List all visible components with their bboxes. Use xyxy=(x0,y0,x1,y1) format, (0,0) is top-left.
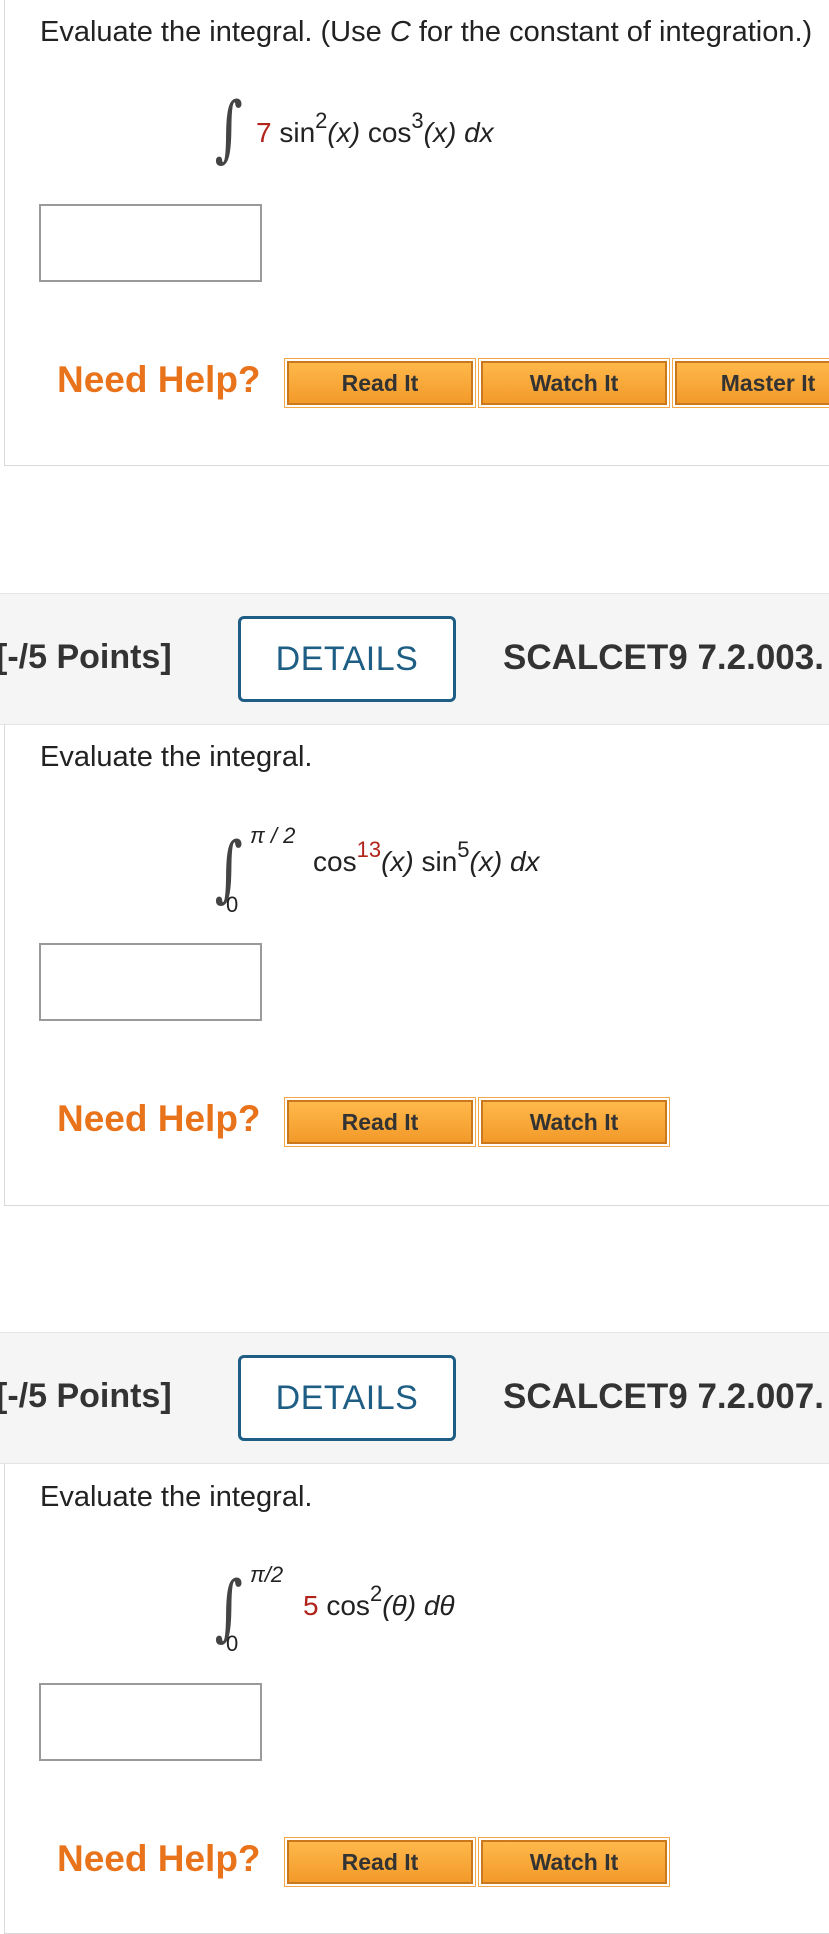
coefficient: 5 xyxy=(303,1590,319,1621)
master-it-button[interactable]: Master It xyxy=(672,358,829,408)
argument: (x) xyxy=(327,117,361,148)
answer-input[interactable] xyxy=(39,1683,262,1761)
need-help-label: Need Help? xyxy=(57,1838,261,1879)
differential: dθ xyxy=(423,1590,455,1621)
question-prompt: Evaluate the integral. xyxy=(40,741,313,773)
question-header-2: [-/5 Points] DETAILS SCALCET9 7.2.003. xyxy=(0,593,829,725)
watch-it-button[interactable]: Watch It xyxy=(478,358,670,408)
exponent: 5 xyxy=(457,837,470,862)
points-label: [-/5 Points] xyxy=(0,1377,172,1415)
upper-limit: π / 2 xyxy=(250,823,296,848)
lower-limit: 0 xyxy=(226,892,239,917)
question-prompt: Evaluate the integral. xyxy=(40,1481,313,1513)
function-sin: sin xyxy=(421,846,458,877)
exponent: 13 xyxy=(356,837,382,862)
argument: (x) xyxy=(469,846,503,877)
function-sin: sin xyxy=(279,117,316,148)
integrand: 7 sin2(x) cos3(x) dx xyxy=(256,108,494,149)
upper-limit: π/2 xyxy=(250,1562,284,1587)
differential: dx xyxy=(509,846,540,877)
function-cos: cos xyxy=(367,117,412,148)
problem-code: SCALCET9 7.2.003. xyxy=(503,638,824,677)
argument: (x) xyxy=(381,846,414,877)
function-cos: cos xyxy=(326,1590,370,1621)
question-header-3: [-/5 Points] DETAILS SCALCET9 7.2.007. xyxy=(0,1332,829,1464)
watch-it-button[interactable]: Watch It xyxy=(478,1837,670,1887)
function-cos: cos xyxy=(313,846,357,877)
answer-input[interactable] xyxy=(39,204,262,282)
exponent: 2 xyxy=(315,108,328,133)
problem-code: SCALCET9 7.2.007. xyxy=(503,1377,824,1416)
lower-limit: 0 xyxy=(226,1631,239,1656)
points-label: [-/5 Points] xyxy=(0,638,172,676)
integrand: cos13(x) sin5(x) dx xyxy=(313,837,540,878)
details-button[interactable]: DETAILS xyxy=(238,1355,456,1441)
watch-it-button[interactable]: Watch It xyxy=(478,1097,670,1147)
prompt-text-tail: for the constant of integration.) xyxy=(410,16,813,48)
integrand: 5 cos2(θ) dθ xyxy=(303,1581,455,1622)
argument: (x) xyxy=(423,117,457,148)
read-it-button[interactable]: Read It xyxy=(284,1097,476,1147)
prompt-text: Evaluate the integral. (Use xyxy=(40,16,390,48)
differential: dx xyxy=(464,117,494,148)
coefficient: 7 xyxy=(256,117,272,148)
exponent: 2 xyxy=(369,1581,383,1606)
need-help-label: Need Help? xyxy=(57,359,261,400)
read-it-button[interactable]: Read It xyxy=(284,1837,476,1887)
question-prompt: Evaluate the integral. (Use C for the co… xyxy=(40,16,812,49)
exponent: 3 xyxy=(411,108,424,133)
need-help-label: Need Help? xyxy=(57,1098,261,1139)
integral-sign-icon: ∫ xyxy=(214,86,243,170)
details-button[interactable]: DETAILS xyxy=(238,616,456,702)
prompt-constant: C xyxy=(389,16,411,48)
argument: (θ) xyxy=(382,1590,417,1621)
read-it-button[interactable]: Read It xyxy=(284,358,476,408)
answer-input[interactable] xyxy=(39,943,262,1021)
